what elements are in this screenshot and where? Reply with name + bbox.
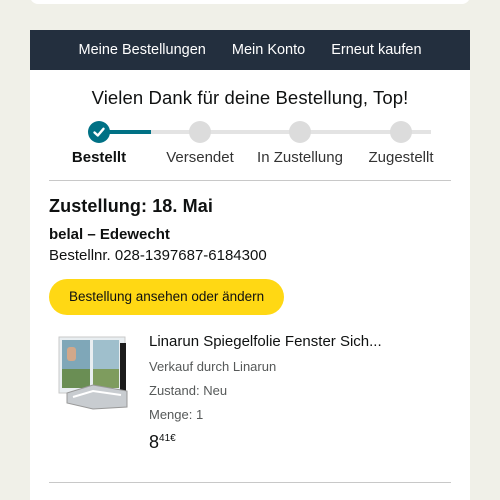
- price-fraction: 41: [159, 433, 171, 444]
- product-quantity: Menge: 1: [149, 407, 204, 422]
- delivery-date: Zustellung: 18. Mai: [49, 196, 213, 216]
- product-item: Linarun Spiegelfolie Fenster Sich... Ver…: [30, 333, 470, 453]
- price-currency: €: [170, 433, 176, 444]
- recipient-name: belal – Edewecht: [49, 226, 170, 243]
- section-divider: [49, 180, 451, 181]
- nav-my-account[interactable]: Mein Konto: [232, 42, 305, 58]
- checkmark-icon: [93, 127, 105, 137]
- view-order-button[interactable]: Bestellung ansehen oder ändern: [49, 279, 285, 315]
- product-price: 841€: [149, 432, 382, 453]
- price-whole: 8: [149, 432, 160, 452]
- order-nav-bar: Meine Bestellungen Mein Konto Erneut kau…: [30, 30, 470, 70]
- step-dot-delivered: [390, 121, 412, 143]
- product-thumbnail[interactable]: [57, 335, 129, 411]
- order-card: Meine Bestellungen Mein Konto Erneut kau…: [30, 30, 470, 500]
- bottom-divider: [49, 482, 451, 483]
- step-dot-ordered: [88, 121, 110, 143]
- previous-card-edge: [30, 0, 470, 4]
- step-dot-out-for-delivery: [289, 121, 311, 143]
- thank-you-heading: Vielen Dank für deine Bestellung, Top!: [91, 87, 409, 108]
- product-title[interactable]: Linarun Spiegelfolie Fenster Sich...: [149, 333, 382, 350]
- nav-my-orders[interactable]: Meine Bestellungen: [78, 42, 205, 58]
- shipment-tracker: Bestellt Versendet In Zustellung Zugeste…: [30, 118, 470, 178]
- product-condition: Zustand: Neu: [149, 383, 228, 398]
- order-number: Bestellnr. 028-1397687-6184300: [49, 247, 267, 264]
- step-label-shipped: Versendet: [166, 149, 234, 166]
- product-info: Linarun Spiegelfolie Fenster Sich... Ver…: [149, 333, 382, 453]
- step-label-ordered: Bestellt: [71, 149, 127, 166]
- nav-buy-again[interactable]: Erneut kaufen: [331, 42, 421, 58]
- step-dot-shipped: [189, 121, 211, 143]
- delivery-section: Zustellung: 18. Mai belal – Edewecht Bes…: [49, 196, 470, 315]
- step-label-out-for-delivery: In Zustellung: [257, 149, 343, 166]
- step-label-delivered: Zugestellt: [368, 149, 434, 166]
- product-seller: Verkauf durch Linarun: [149, 359, 277, 374]
